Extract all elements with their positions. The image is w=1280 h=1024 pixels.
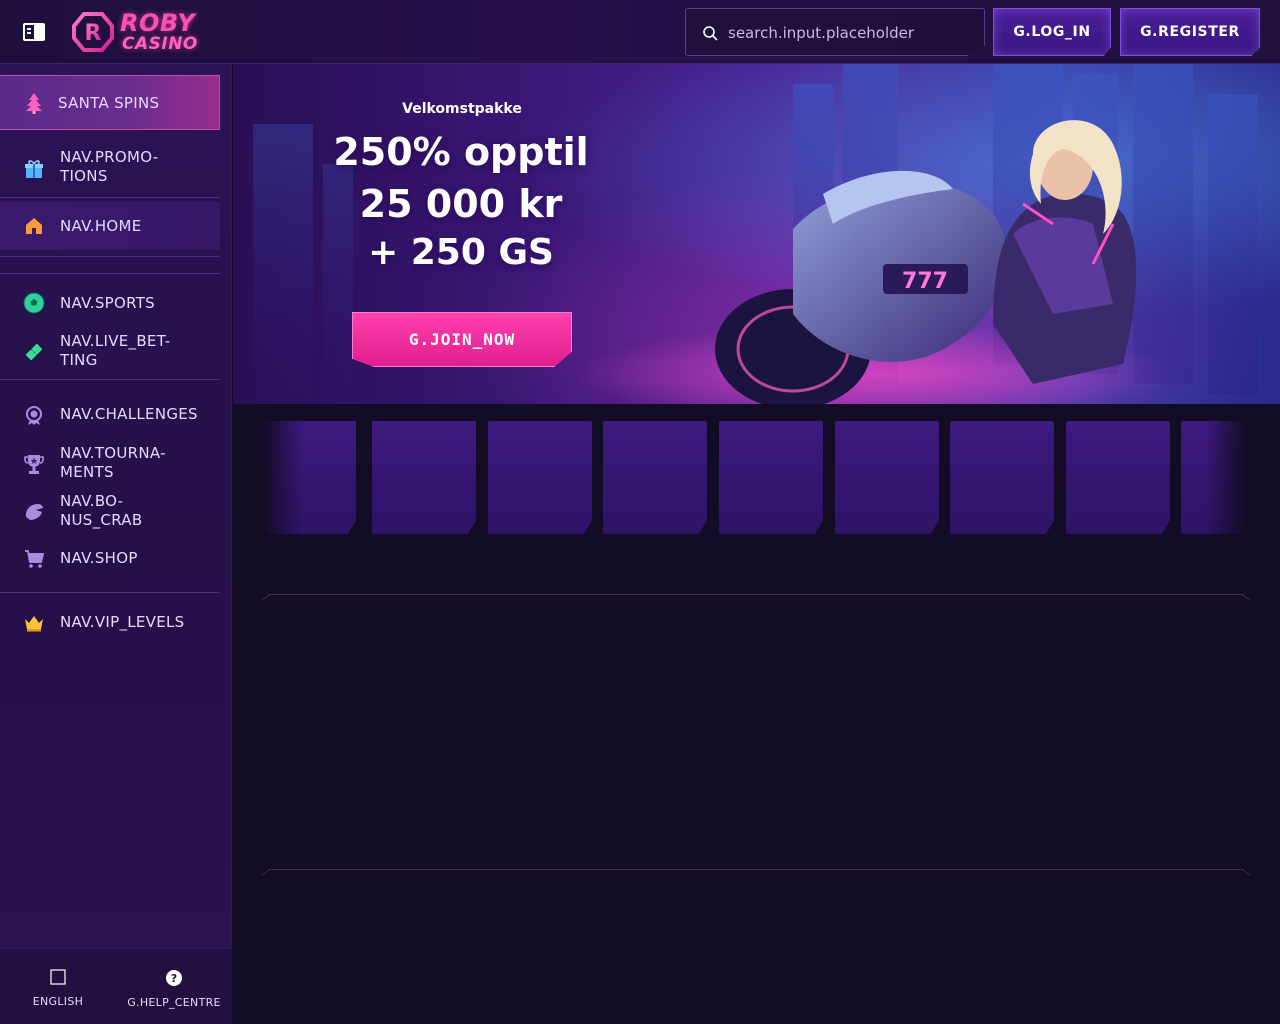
sidebar-item-santa-spins[interactable]: SANTA SPINS <box>0 75 220 130</box>
help-centre-link[interactable]: ? G.HELP_CENTRE <box>116 949 232 1024</box>
sidebar-divider <box>0 197 220 198</box>
soccer-ball-icon <box>22 291 46 315</box>
sidebar-item-label: NAV.LIVE_BET- TING <box>60 332 171 369</box>
sidebar-item-label: SANTA SPINS <box>58 94 160 112</box>
sidebar-item-label: NAV.PROMO- TIONS <box>60 148 159 185</box>
sidebar-toggle-icon[interactable] <box>22 20 46 44</box>
search-input[interactable] <box>728 21 968 45</box>
svg-text:777: 777 <box>902 269 948 294</box>
ticket-icon <box>22 340 46 364</box>
logo-text-primary: ROBY <box>120 9 196 37</box>
login-button[interactable]: G.LOG_IN <box>993 8 1111 56</box>
sidebar-item-challenges[interactable]: NAV.CHALLENGES <box>0 398 220 432</box>
sidebar-item-home[interactable]: NAV.HOME <box>0 202 220 250</box>
sidebar: SANTA SPINS NAV.PROMO- TIONS NAV.HOME NA… <box>0 64 232 1024</box>
game-tile-placeholder[interactable] <box>1066 421 1170 534</box>
register-button[interactable]: G.REGISTER <box>1120 8 1260 56</box>
crab-claw-icon <box>22 500 46 524</box>
sidebar-item-shop[interactable]: NAV.SHOP <box>0 542 220 576</box>
logo-mark-icon: R <box>72 12 114 52</box>
game-tile-placeholder[interactable] <box>719 421 823 534</box>
sidebar-item-label: NAV.BO- NUS_CRAB <box>60 492 143 529</box>
sidebar-divider <box>0 592 220 593</box>
game-tile-placeholder[interactable] <box>835 421 939 534</box>
section-divider <box>268 869 1244 877</box>
banner-headline-line2: 25 000 kr <box>359 182 563 226</box>
game-tile-placeholder[interactable] <box>603 421 707 534</box>
promo-banner[interactable]: 777 Velkomstpakke 250% opptil 25 000 kr … <box>233 64 1280 404</box>
crown-icon <box>22 611 46 635</box>
search-icon <box>702 25 718 41</box>
cart-icon <box>22 547 46 571</box>
brand-logo[interactable]: R ROBY CASINO <box>72 9 208 54</box>
search-box <box>685 8 985 56</box>
section-divider <box>268 594 1244 602</box>
banner-subtitle: Velkomstpakke <box>402 101 522 117</box>
logo-text-secondary: CASINO <box>122 34 198 54</box>
sidebar-item-label: NAV.VIP_LEVELS <box>60 613 185 631</box>
svg-text:?: ? <box>171 972 177 985</box>
sidebar-footer: ENGLISH ? G.HELP_CENTRE <box>0 948 232 1024</box>
sidebar-divider <box>0 273 220 274</box>
svg-text:R: R <box>85 21 102 46</box>
sidebar-item-label: NAV.CHALLENGES <box>60 405 198 423</box>
game-tile-placeholder[interactable] <box>1181 421 1246 534</box>
sidebar-item-label: NAV.SPORTS <box>60 294 156 312</box>
banner-headline-line3: + 250 GS <box>368 232 554 273</box>
sidebar-item-label: NAV.SHOP <box>60 549 138 567</box>
join-now-button[interactable]: G.JOIN_NOW <box>352 312 572 367</box>
medal-icon <box>22 403 46 427</box>
sidebar-item-vip-levels[interactable]: NAV.VIP_LEVELS <box>0 606 220 640</box>
language-label: ENGLISH <box>32 995 84 1008</box>
sidebar-item-promotions[interactable]: NAV.PROMO- TIONS <box>0 140 220 196</box>
sidebar-divider <box>0 379 220 380</box>
banner-headline-line1: 250% opptil <box>333 130 589 174</box>
game-tiles-row <box>262 421 1246 534</box>
home-icon <box>22 214 46 238</box>
sidebar-item-tournaments[interactable]: NAV.TOURNA- MENTS <box>0 442 220 486</box>
gift-icon <box>22 157 46 181</box>
sidebar-item-live-betting[interactable]: NAV.LIVE_BET- TING <box>0 330 220 374</box>
language-selector[interactable]: ENGLISH <box>0 949 116 1024</box>
trophy-icon <box>22 452 46 476</box>
game-tile-placeholder[interactable] <box>262 421 356 534</box>
game-tile-placeholder[interactable] <box>488 421 592 534</box>
sidebar-divider <box>0 256 220 257</box>
game-tile-placeholder[interactable] <box>372 421 476 534</box>
sidebar-item-sports[interactable]: NAV.SPORTS <box>0 286 220 320</box>
christmas-tree-icon <box>22 91 46 115</box>
sidebar-item-bonus-crab[interactable]: NAV.BO- NUS_CRAB <box>0 490 220 534</box>
sidebar-item-label: NAV.HOME <box>60 217 142 235</box>
flag-icon <box>50 969 66 985</box>
help-icon: ? <box>165 969 182 986</box>
sidebar-item-label: NAV.TOURNA- MENTS <box>60 444 166 481</box>
top-header: R ROBY CASINO G.LOG_IN G.REGISTER <box>0 0 1280 64</box>
help-centre-label: G.HELP_CENTRE <box>127 996 221 1009</box>
game-tile-placeholder[interactable] <box>950 421 1054 534</box>
